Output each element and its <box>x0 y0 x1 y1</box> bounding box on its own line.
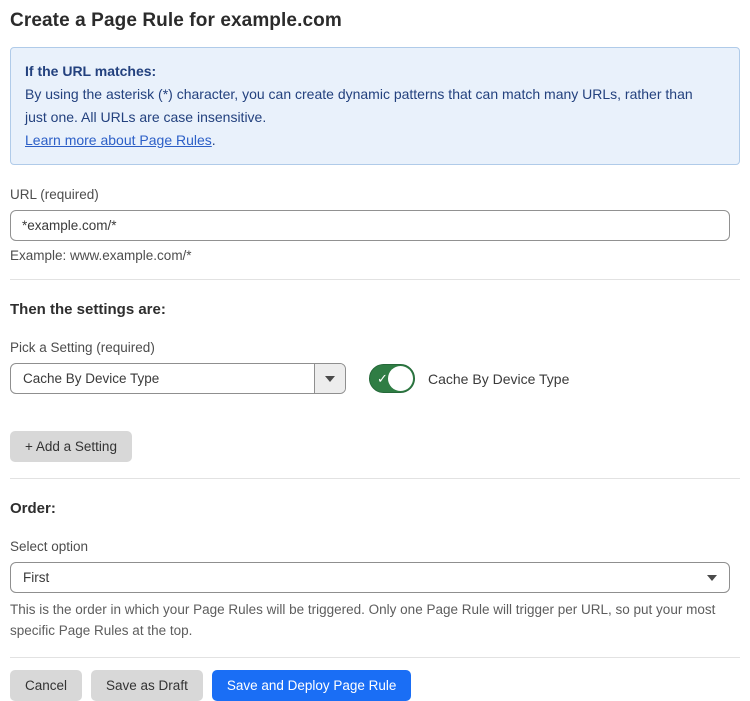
order-select[interactable]: First <box>10 562 730 593</box>
toggle-knob <box>388 366 413 391</box>
chevron-down-icon <box>707 575 717 581</box>
save-as-draft-button[interactable]: Save as Draft <box>91 670 203 701</box>
divider <box>10 478 740 479</box>
page-rule-form: Create a Page Rule for example.com If th… <box>0 0 750 701</box>
cancel-button[interactable]: Cancel <box>10 670 82 701</box>
url-example-helper: Example: www.example.com/* <box>10 248 740 263</box>
order-helper-text: This is the order in which your Page Rul… <box>10 599 730 641</box>
checkmark-icon: ✓ <box>377 372 388 385</box>
pick-setting-label: Pick a Setting (required) <box>10 340 740 355</box>
divider <box>10 657 740 658</box>
setting-dropdown-value: Cache By Device Type <box>11 364 314 393</box>
order-select-label: Select option <box>10 539 740 554</box>
info-box-body: By using the asterisk (*) character, you… <box>25 83 715 129</box>
settings-section-heading: Then the settings are: <box>10 301 740 318</box>
order-section-heading: Order: <box>10 500 740 517</box>
footer-actions: Cancel Save as Draft Save and Deploy Pag… <box>10 670 740 701</box>
url-input[interactable] <box>10 210 730 241</box>
setting-dropdown-arrow-button[interactable] <box>314 364 345 393</box>
info-box-link-line: Learn more about Page Rules. <box>25 129 725 152</box>
url-match-info-box: If the URL matches: By using the asteris… <box>10 47 740 165</box>
setting-row: Cache By Device Type ✓ Cache By Device T… <box>10 363 740 394</box>
divider <box>10 279 740 280</box>
info-box-heading: If the URL matches: <box>25 60 725 83</box>
chevron-down-icon <box>325 376 335 382</box>
add-setting-button[interactable]: + Add a Setting <box>10 431 132 462</box>
setting-toggle-label: Cache By Device Type <box>428 371 569 387</box>
setting-toggle[interactable]: ✓ <box>369 364 415 393</box>
save-and-deploy-button[interactable]: Save and Deploy Page Rule <box>212 670 412 701</box>
page-title: Create a Page Rule for example.com <box>10 10 740 32</box>
learn-more-link[interactable]: Learn more about Page Rules <box>25 132 212 148</box>
link-suffix: . <box>212 132 216 148</box>
setting-dropdown[interactable]: Cache By Device Type <box>10 363 346 394</box>
order-select-value: First <box>11 563 729 592</box>
url-field-label: URL (required) <box>10 187 740 202</box>
